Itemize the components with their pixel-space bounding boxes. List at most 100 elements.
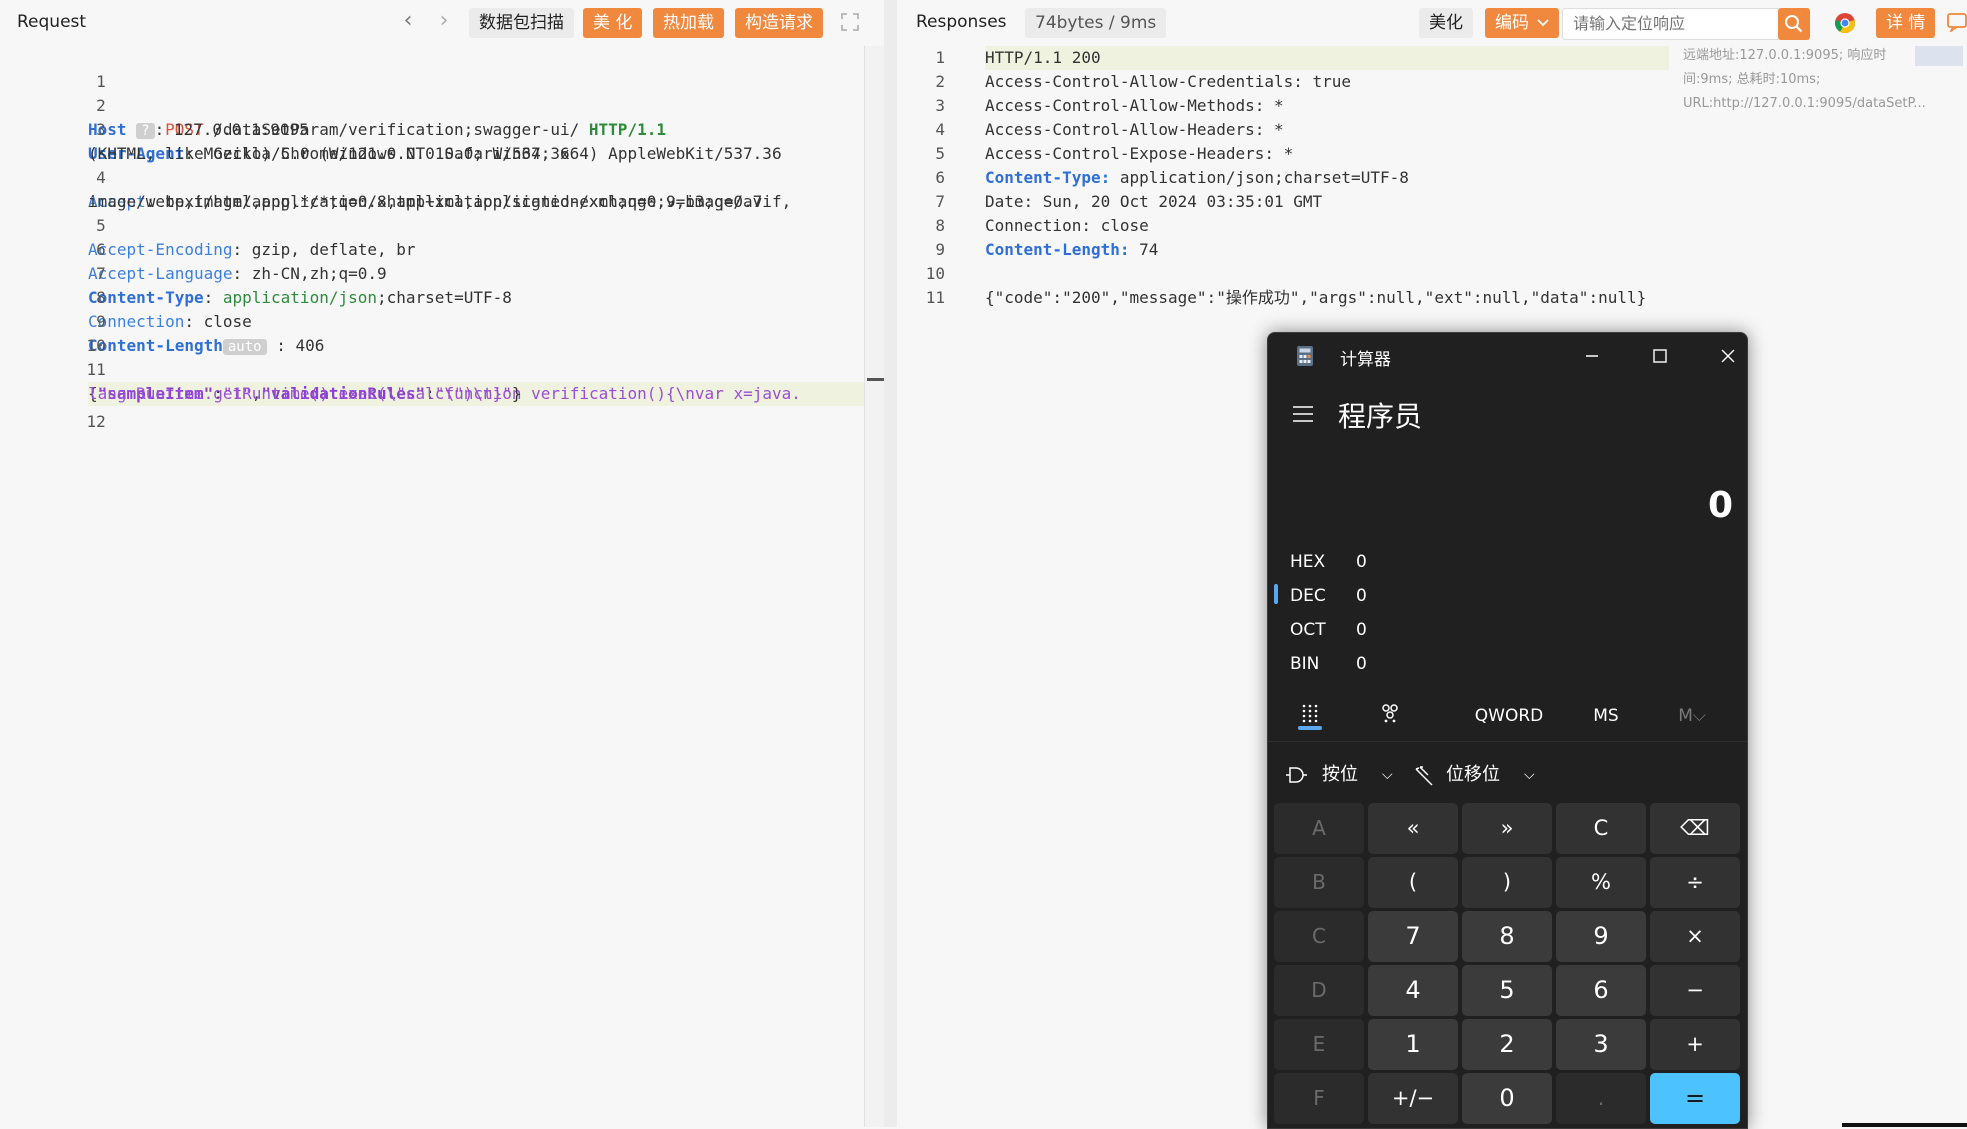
key-close-paren[interactable]: ) bbox=[1462, 857, 1552, 908]
key-hex-b: B bbox=[1274, 857, 1364, 908]
key-hex-e: E bbox=[1274, 1019, 1364, 1070]
logic-gate-icon bbox=[1286, 767, 1307, 783]
calculator-titlebar[interactable]: 计算器 bbox=[1268, 333, 1747, 379]
word-size-button[interactable]: QWORD bbox=[1464, 693, 1554, 739]
chevron-down-icon: ⌵ bbox=[1524, 767, 1535, 783]
key-5[interactable]: 5 bbox=[1462, 965, 1552, 1016]
back-arrow-icon[interactable]: ‹ bbox=[396, 10, 420, 34]
radix-bin[interactable]: BIN 0 bbox=[1290, 649, 1590, 679]
packet-scan-button[interactable]: 数据包扫描 bbox=[469, 8, 574, 38]
request-line: 9 Content-Length auto : 406 bbox=[0, 286, 884, 355]
close-button[interactable] bbox=[1708, 341, 1747, 371]
line-number: 5 bbox=[935, 144, 945, 163]
response-beautify-button[interactable]: 美化 bbox=[1419, 8, 1473, 38]
hamburger-menu-icon[interactable] bbox=[1292, 405, 1314, 423]
forward-arrow-icon[interactable]: › bbox=[432, 10, 456, 34]
request-line-wrap: (KHTML, like Gecko) Chrome/121.0.0.0 Saf… bbox=[0, 118, 884, 163]
key-6[interactable]: 6 bbox=[1556, 965, 1646, 1016]
request-scrollbar[interactable] bbox=[864, 46, 885, 1127]
response-text: Connection: close bbox=[985, 216, 1149, 235]
minimap[interactable] bbox=[1915, 46, 1963, 66]
request-title: Request bbox=[17, 12, 87, 32]
active-radix-indicator bbox=[1274, 584, 1278, 604]
key-divide[interactable]: ÷ bbox=[1650, 857, 1740, 908]
response-line: 8 Connection: close bbox=[897, 214, 1967, 238]
key-1[interactable]: 1 bbox=[1368, 1019, 1458, 1070]
response-text: Access-Control-Expose-Headers: * bbox=[985, 144, 1294, 163]
chevron-down-icon bbox=[1537, 19, 1549, 27]
key-open-paren[interactable]: ( bbox=[1368, 857, 1458, 908]
key-hex-a: A bbox=[1274, 803, 1364, 854]
chrome-icon[interactable] bbox=[1834, 12, 1856, 34]
key-4[interactable]: 4 bbox=[1368, 965, 1458, 1016]
maximize-icon bbox=[1653, 349, 1667, 363]
search-button[interactable] bbox=[1778, 8, 1810, 40]
key-3[interactable]: 3 bbox=[1556, 1019, 1646, 1070]
calculator-app-icon bbox=[1297, 346, 1313, 366]
response-body: {"code":"200","message":"操作成功","args":nu… bbox=[985, 288, 1647, 307]
key-8[interactable]: 8 bbox=[1462, 911, 1552, 962]
key-7[interactable]: 7 bbox=[1368, 911, 1458, 962]
request-line-wrap: lang.Runtime.getRuntime().exec(\"calc\")… bbox=[0, 358, 884, 403]
request-line: 2 Host ?: 127.0.0.1:9095 bbox=[0, 70, 884, 139]
message-icon[interactable] bbox=[1947, 12, 1967, 32]
key-negate[interactable]: +/− bbox=[1368, 1073, 1458, 1124]
calculator-display: 0 bbox=[1707, 485, 1733, 526]
minimize-button[interactable] bbox=[1572, 341, 1612, 371]
expand-icon[interactable] bbox=[840, 12, 860, 32]
locate-response-search[interactable] bbox=[1562, 8, 1783, 40]
locate-response-input[interactable] bbox=[1563, 9, 1783, 37]
encoding-label: 编码 bbox=[1495, 13, 1529, 33]
key-modulo[interactable]: % bbox=[1556, 857, 1646, 908]
radix-label: BIN bbox=[1290, 654, 1320, 674]
line-number: 3 bbox=[935, 96, 945, 115]
bit-toggle-keypad-icon[interactable] bbox=[1380, 703, 1400, 725]
request-line: 12 bbox=[0, 386, 884, 431]
request-line: 8 Connection: close bbox=[0, 262, 884, 331]
response-line: 10 bbox=[897, 262, 1967, 286]
full-keypad-icon[interactable] bbox=[1300, 703, 1320, 725]
key-plus[interactable]: + bbox=[1650, 1019, 1740, 1070]
key-hex-c: C bbox=[1274, 911, 1364, 962]
response-line: 5 Access-Control-Expose-Headers: * bbox=[897, 142, 1967, 166]
key-2[interactable]: 2 bbox=[1462, 1019, 1552, 1070]
search-icon bbox=[1785, 15, 1803, 33]
key-clear[interactable]: C bbox=[1556, 803, 1646, 854]
request-panel: Request ‹ › 数据包扫描 美 化 热加载 构造请求 1 POST /d… bbox=[0, 0, 885, 1127]
response-line: 6 Content-Type: application/json;charset=… bbox=[897, 166, 1967, 190]
key-left-shift[interactable]: « bbox=[1368, 803, 1458, 854]
radix-hex[interactable]: HEX 0 bbox=[1290, 547, 1590, 577]
line-number: 1 bbox=[935, 48, 945, 67]
response-text: application/json;charset=UTF-8 bbox=[1110, 168, 1409, 187]
memory-list-button[interactable]: M⌵ bbox=[1672, 693, 1712, 739]
key-9[interactable]: 9 bbox=[1556, 911, 1646, 962]
request-beautify-button[interactable]: 美 化 bbox=[583, 8, 643, 38]
key-right-shift[interactable]: » bbox=[1462, 803, 1552, 854]
key-multiply[interactable]: × bbox=[1650, 911, 1740, 962]
key-0[interactable]: 0 bbox=[1462, 1073, 1552, 1124]
maximize-button[interactable] bbox=[1640, 341, 1680, 371]
scroll-marker bbox=[867, 378, 885, 381]
radix-label: OCT bbox=[1290, 620, 1326, 640]
key-minus[interactable]: − bbox=[1650, 965, 1740, 1016]
radix-oct[interactable]: OCT 0 bbox=[1290, 615, 1590, 645]
radix-dec[interactable]: DEC 0 bbox=[1290, 581, 1590, 611]
response-title: Responses bbox=[916, 12, 1007, 32]
request-line-wrap: image/webp,image/apng,*/*;q=0.8,applicat… bbox=[0, 166, 884, 211]
key-backspace[interactable]: ⌫ bbox=[1650, 803, 1740, 854]
memory-store-button[interactable]: MS bbox=[1586, 693, 1626, 739]
header-key: Content-Length: bbox=[985, 240, 1130, 259]
request-line: 1 POST /dataSetParam/verification;swagge… bbox=[0, 46, 884, 139]
build-request-button[interactable]: 构造请求 bbox=[735, 8, 823, 38]
key-equals[interactable]: = bbox=[1650, 1073, 1740, 1124]
panel-divider[interactable] bbox=[884, 0, 897, 1127]
key-decimal: . bbox=[1556, 1073, 1646, 1124]
radix-value: 0 bbox=[1356, 552, 1367, 572]
encoding-dropdown[interactable]: 编码 bbox=[1485, 8, 1559, 38]
request-editor[interactable]: 1 POST /dataSetParam/verification;swagge… bbox=[0, 46, 884, 431]
response-text: 74 bbox=[1129, 240, 1159, 259]
details-button[interactable]: 详 情 bbox=[1876, 8, 1936, 38]
hotload-button[interactable]: 热加载 bbox=[653, 8, 724, 38]
memory-list-label: M bbox=[1678, 706, 1693, 726]
response-size-badge: 74bytes / 9ms bbox=[1025, 8, 1167, 38]
